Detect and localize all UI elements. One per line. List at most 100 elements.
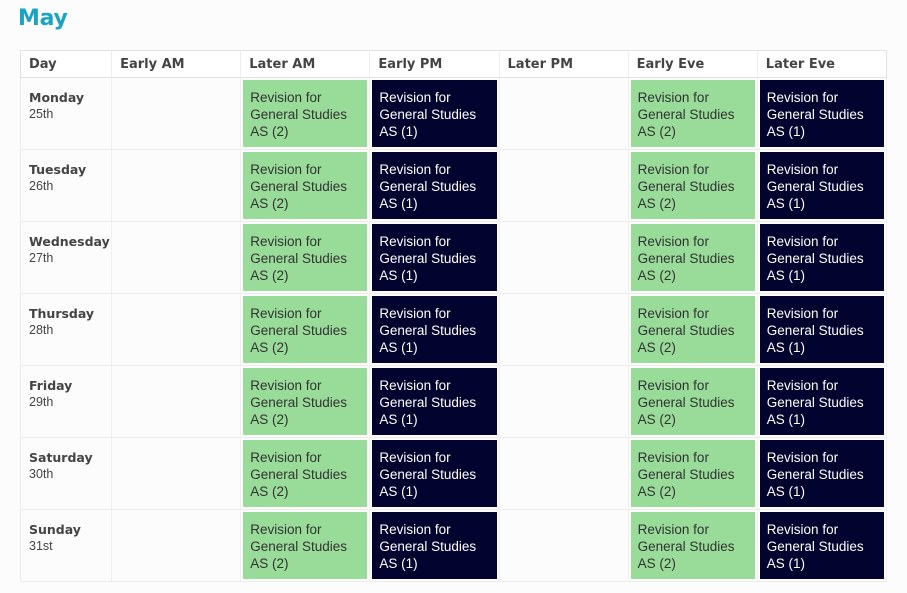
session-block[interactable]: Revision for General Studies AS (1)	[759, 368, 884, 435]
session-block[interactable]: Revision for General Studies AS (2)	[630, 224, 755, 291]
session-block[interactable]: Revision for General Studies AS (2)	[243, 224, 368, 291]
slot-cell-later-am: Revision for General Studies AS (2)	[241, 78, 371, 150]
session-block[interactable]: Revision for General Studies AS (1)	[372, 512, 497, 579]
column-header-later-am: Later AM	[241, 50, 371, 78]
slot-cell-later-am: Revision for General Studies AS (2)	[241, 510, 371, 582]
month-title: May	[18, 6, 68, 31]
slot-cell-later-eve: Revision for General Studies AS (1)	[757, 294, 887, 366]
day-cell: Wednesday 27th	[20, 222, 113, 294]
slot-cell-early-eve: Revision for General Studies AS (2)	[628, 510, 758, 582]
column-header-later-pm: Later PM	[499, 50, 629, 78]
session-block[interactable]: Revision for General Studies AS (2)	[630, 440, 755, 507]
day-name: Sunday	[29, 522, 81, 537]
session-block[interactable]: Revision for General Studies AS (1)	[372, 368, 497, 435]
slot-cell-later-am: Revision for General Studies AS (2)	[241, 438, 371, 510]
session-block[interactable]: Revision for General Studies AS (1)	[372, 224, 497, 291]
table-row: Sunday 31st Revision for General Studies A…	[20, 510, 887, 582]
session-block[interactable]: Revision for General Studies AS (1)	[372, 152, 497, 219]
day-date: 31st	[29, 539, 53, 553]
slot-cell-early-eve: Revision for General Studies AS (2)	[628, 366, 758, 438]
slot-cell-early-eve: Revision for General Studies AS (2)	[628, 150, 758, 222]
column-header-early-eve: Early Eve	[628, 50, 758, 78]
table-row: Wednesday 27th Revision for General Studie…	[20, 222, 887, 294]
day-date: 29th	[29, 395, 54, 409]
session-block[interactable]: Revision for General Studies AS (2)	[243, 296, 368, 363]
slot-cell-early-pm: Revision for General Studies AS (1)	[370, 78, 500, 150]
slot-cell-later-am: Revision for General Studies AS (2)	[241, 150, 371, 222]
slot-cell-early-pm: Revision for General Studies AS (1)	[370, 510, 500, 582]
day-cell: Saturday 30th	[20, 438, 113, 510]
session-block[interactable]: Revision for General Studies AS (1)	[372, 296, 497, 363]
day-name: Tuesday	[29, 162, 87, 177]
slot-cell-later-am: Revision for General Studies AS (2)	[241, 222, 371, 294]
slot-cell-later-eve: Revision for General Studies AS (1)	[757, 150, 887, 222]
slot-cell-early-am	[112, 366, 242, 438]
session-block[interactable]: Revision for General Studies AS (2)	[243, 440, 368, 507]
slot-cell-early-am	[112, 438, 242, 510]
session-block[interactable]: Revision for General Studies AS (2)	[630, 152, 755, 219]
day-date: 27th	[29, 251, 54, 265]
slot-cell-later-pm	[499, 294, 629, 366]
session-block[interactable]: Revision for General Studies AS (2)	[630, 512, 755, 579]
column-header-day: Day	[20, 50, 113, 78]
session-block[interactable]: Revision for General Studies AS (1)	[759, 152, 884, 219]
slot-cell-early-pm: Revision for General Studies AS (1)	[370, 438, 500, 510]
day-cell: Sunday 31st	[20, 510, 113, 582]
session-block[interactable]: Revision for General Studies AS (2)	[630, 296, 755, 363]
session-block[interactable]: Revision for General Studies AS (2)	[630, 80, 755, 147]
header-row: Day Early AM Later AM Early PM Later PM …	[20, 50, 887, 78]
day-name: Friday	[29, 378, 73, 393]
slot-cell-later-pm	[499, 510, 629, 582]
slot-cell-later-eve: Revision for General Studies AS (1)	[757, 510, 887, 582]
column-header-early-am: Early AM	[112, 50, 242, 78]
column-header-early-pm: Early PM	[370, 50, 500, 78]
slot-cell-early-eve: Revision for General Studies AS (2)	[628, 294, 758, 366]
day-name: Thursday	[29, 306, 95, 321]
session-block[interactable]: Revision for General Studies AS (2)	[243, 512, 368, 579]
slot-cell-early-pm: Revision for General Studies AS (1)	[370, 150, 500, 222]
slot-cell-early-am	[112, 510, 242, 582]
table-row: Monday 25th Revision for General Studies A…	[20, 78, 887, 150]
slot-cell-later-pm	[499, 366, 629, 438]
session-block[interactable]: Revision for General Studies AS (2)	[243, 152, 368, 219]
slot-cell-early-eve: Revision for General Studies AS (2)	[628, 438, 758, 510]
day-name: Monday	[29, 90, 85, 105]
session-block[interactable]: Revision for General Studies AS (1)	[759, 296, 884, 363]
slot-cell-early-pm: Revision for General Studies AS (1)	[370, 222, 500, 294]
slot-cell-later-eve: Revision for General Studies AS (1)	[757, 366, 887, 438]
slot-cell-early-pm: Revision for General Studies AS (1)	[370, 366, 500, 438]
session-block[interactable]: Revision for General Studies AS (2)	[243, 368, 368, 435]
slot-cell-early-eve: Revision for General Studies AS (2)	[628, 78, 758, 150]
table-row: Saturday 30th Revision for General Studies…	[20, 438, 887, 510]
slot-cell-later-pm	[499, 150, 629, 222]
day-name: Saturday	[29, 450, 93, 465]
session-block[interactable]: Revision for General Studies AS (1)	[759, 512, 884, 579]
session-block[interactable]: Revision for General Studies AS (1)	[372, 440, 497, 507]
session-block[interactable]: Revision for General Studies AS (1)	[759, 440, 884, 507]
slot-cell-early-am	[112, 150, 242, 222]
session-block[interactable]: Revision for General Studies AS (1)	[372, 80, 497, 147]
table-row: Thursday 28th Revision for General Studies…	[20, 294, 887, 366]
slot-cell-early-am	[112, 222, 242, 294]
table-row: Tuesday 26th Revision for General Studies …	[20, 150, 887, 222]
session-block[interactable]: Revision for General Studies AS (2)	[630, 368, 755, 435]
slot-cell-later-am: Revision for General Studies AS (2)	[241, 366, 371, 438]
slot-cell-early-am	[112, 294, 242, 366]
day-name: Wednesday	[29, 234, 110, 249]
session-block[interactable]: Revision for General Studies AS (1)	[759, 224, 884, 291]
day-cell: Friday 29th	[20, 366, 113, 438]
day-cell: Thursday 28th	[20, 294, 113, 366]
session-block[interactable]: Revision for General Studies AS (1)	[759, 80, 884, 147]
slot-cell-later-pm	[499, 78, 629, 150]
session-block[interactable]: Revision for General Studies AS (2)	[243, 80, 368, 147]
slot-cell-later-pm	[499, 222, 629, 294]
slot-cell-later-eve: Revision for General Studies AS (1)	[757, 438, 887, 510]
slot-cell-later-pm	[499, 438, 629, 510]
day-cell: Monday 25th	[20, 78, 113, 150]
column-header-later-eve: Later Eve	[757, 50, 887, 78]
slot-cell-early-am	[112, 78, 242, 150]
table-row: Friday 29th Revision for General Studies A…	[20, 366, 887, 438]
day-date: 25th	[29, 107, 54, 121]
day-date: 28th	[29, 323, 54, 337]
revision-timetable: Day Early AM Later AM Early PM Later PM …	[20, 50, 887, 582]
